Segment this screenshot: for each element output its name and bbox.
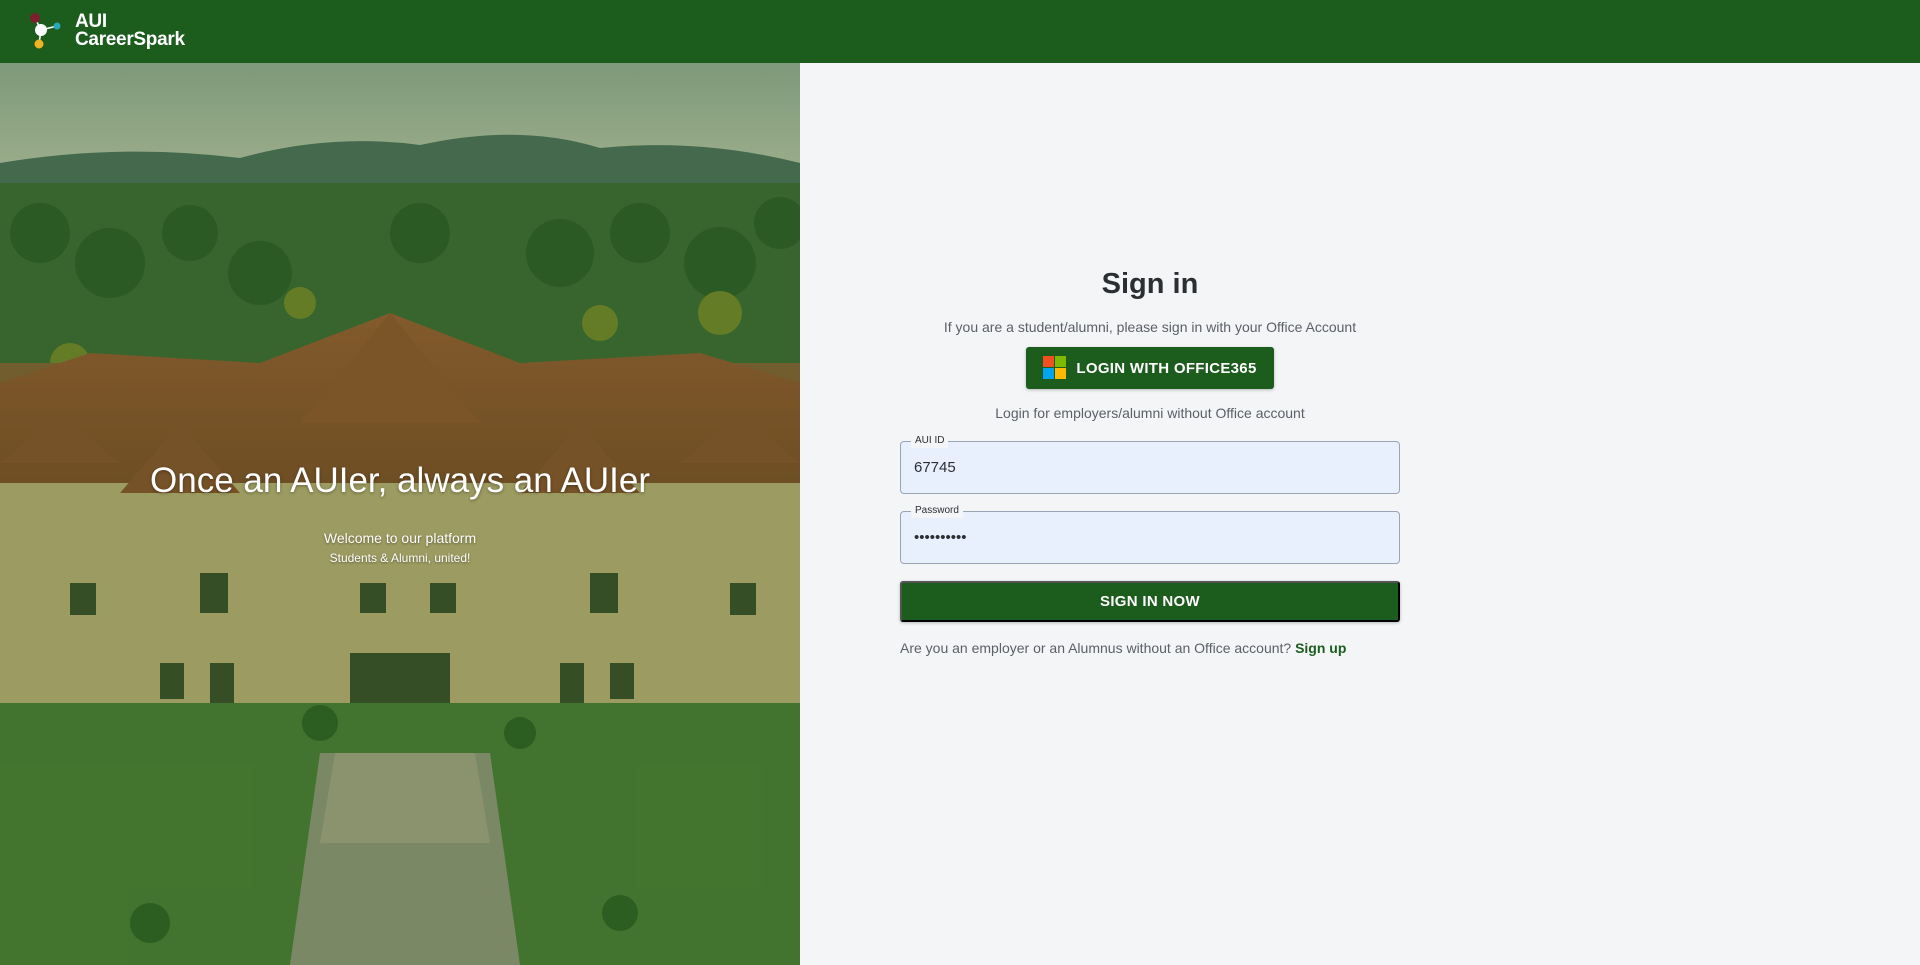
hero-welcome: Welcome to our platform (323, 530, 477, 546)
brand-line-2: CareerSpark (75, 29, 185, 50)
signup-link[interactable]: Sign up (1295, 640, 1346, 656)
aui-id-label: AUI ID (911, 434, 949, 448)
signup-prompt: Are you an employer or an Alumnus withou… (900, 640, 1292, 656)
office365-login-button[interactable]: LOGIN WITH OFFICE365 (1026, 347, 1274, 389)
brand-logo[interactable]: AUI CareerSpark (27, 9, 185, 53)
hero-tint (0, 63, 800, 965)
page-title: Sign in (1101, 268, 1199, 300)
careerspark-logo-icon (27, 10, 69, 52)
signup-line: Are you an employer or an Alumnus withou… (900, 640, 1400, 656)
hero-headline: Once an AUIer, always an AUIer (150, 461, 650, 500)
office-note: If you are a student/alumni, please sign… (943, 319, 1357, 335)
top-bar: AUI CareerSpark (0, 0, 1920, 63)
hero-panel: Once an AUIer, always an AUIer Welcome t… (0, 63, 800, 965)
sign-in-label: SIGN IN NOW (1100, 593, 1200, 610)
microsoft-logo-icon (1043, 356, 1067, 380)
aui-id-field: AUI ID (900, 434, 1400, 494)
signin-panel: Sign in If you are a student/alumni, ple… (800, 63, 1920, 965)
alt-login-note: Login for employers/alumni without Offic… (995, 405, 1305, 421)
password-input[interactable] (914, 529, 1384, 546)
brand-name: AUI CareerSpark (75, 12, 185, 50)
office365-login-label: LOGIN WITH OFFICE365 (1076, 359, 1257, 377)
aui-id-input[interactable] (914, 459, 1384, 476)
password-label: Password (911, 504, 963, 518)
password-field: Password (900, 504, 1400, 564)
sign-in-button[interactable]: SIGN IN NOW (900, 581, 1400, 622)
hero-subtitle: Students & Alumni, united! (329, 551, 471, 565)
